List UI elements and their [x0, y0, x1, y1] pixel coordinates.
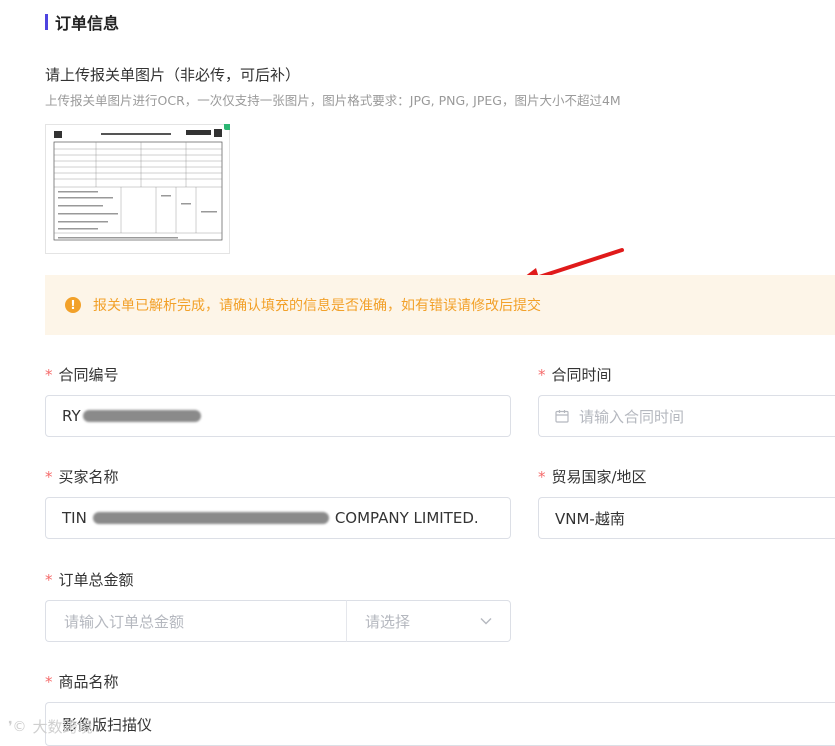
currency-placeholder: 请选择	[365, 612, 411, 631]
required-mark: *	[45, 571, 53, 589]
upload-title: 请上传报关单图片（非必传，可后补）	[45, 66, 301, 84]
trade-country-value: VNM-越南	[555, 509, 625, 528]
contract-no-label: * 合同编号	[45, 366, 119, 384]
contract-time-picker[interactable]: 请输入合同时间	[538, 395, 835, 437]
required-mark: *	[538, 366, 546, 384]
required-mark: *	[45, 673, 53, 691]
watermark-text: 大数跨境	[32, 718, 93, 736]
upload-hint: 上传报关单图片进行OCR，一次仅支持一张图片，图片格式要求：JPG, PNG, …	[45, 93, 621, 108]
required-mark: *	[45, 366, 53, 384]
calendar-icon	[555, 410, 569, 423]
required-mark: *	[538, 468, 546, 486]
product-name-label: * 商品名称	[45, 673, 119, 691]
contract-time-placeholder: 请输入合同时间	[579, 407, 685, 426]
logo-icon: ❜©	[8, 718, 27, 735]
redacted-value	[92, 512, 329, 524]
redacted-value	[82, 410, 201, 422]
buyer-name-label: * 买家名称	[45, 468, 119, 486]
upload-success-badge	[224, 124, 230, 130]
product-name-input[interactable]: 影像版扫描仪	[45, 702, 835, 746]
order-amount-placeholder: 请输入订单总金额	[64, 612, 185, 631]
currency-select[interactable]: 请选择	[346, 600, 511, 642]
alert-message: 报关单已解析完成，请确认填充的信息是否准确，如有错误请修改后提交	[93, 298, 541, 314]
contract-time-label: * 合同时间	[538, 366, 612, 384]
watermark: ❜© 大数跨境	[8, 716, 93, 737]
trade-country-label: * 贸易国家/地区	[538, 468, 647, 486]
order-amount-label: * 订单总金额	[45, 571, 134, 589]
order-amount-input[interactable]: 请输入订单总金额	[45, 600, 347, 642]
section-accent-bar	[45, 14, 48, 30]
trade-country-select[interactable]: VNM-越南	[538, 497, 835, 539]
customs-declaration-thumbnail[interactable]	[45, 124, 230, 254]
contract-no-input[interactable]: RY	[45, 395, 511, 437]
section-title: 订单信息	[55, 14, 120, 33]
warning-icon: !	[65, 297, 81, 313]
section-header: 订单信息	[45, 11, 119, 33]
ocr-success-alert: ! 报关单已解析完成，请确认填充的信息是否准确，如有错误请修改后提交	[45, 275, 835, 335]
buyer-name-input[interactable]: TIN COMPANY LIMITED.	[45, 497, 511, 539]
buyer-name-suffix: COMPANY LIMITED.	[334, 509, 479, 527]
contract-no-value: RY	[62, 407, 81, 425]
document-preview-image	[53, 129, 223, 241]
required-mark: *	[45, 468, 53, 486]
buyer-name-prefix: TIN	[62, 509, 87, 527]
chevron-down-icon	[480, 618, 492, 625]
